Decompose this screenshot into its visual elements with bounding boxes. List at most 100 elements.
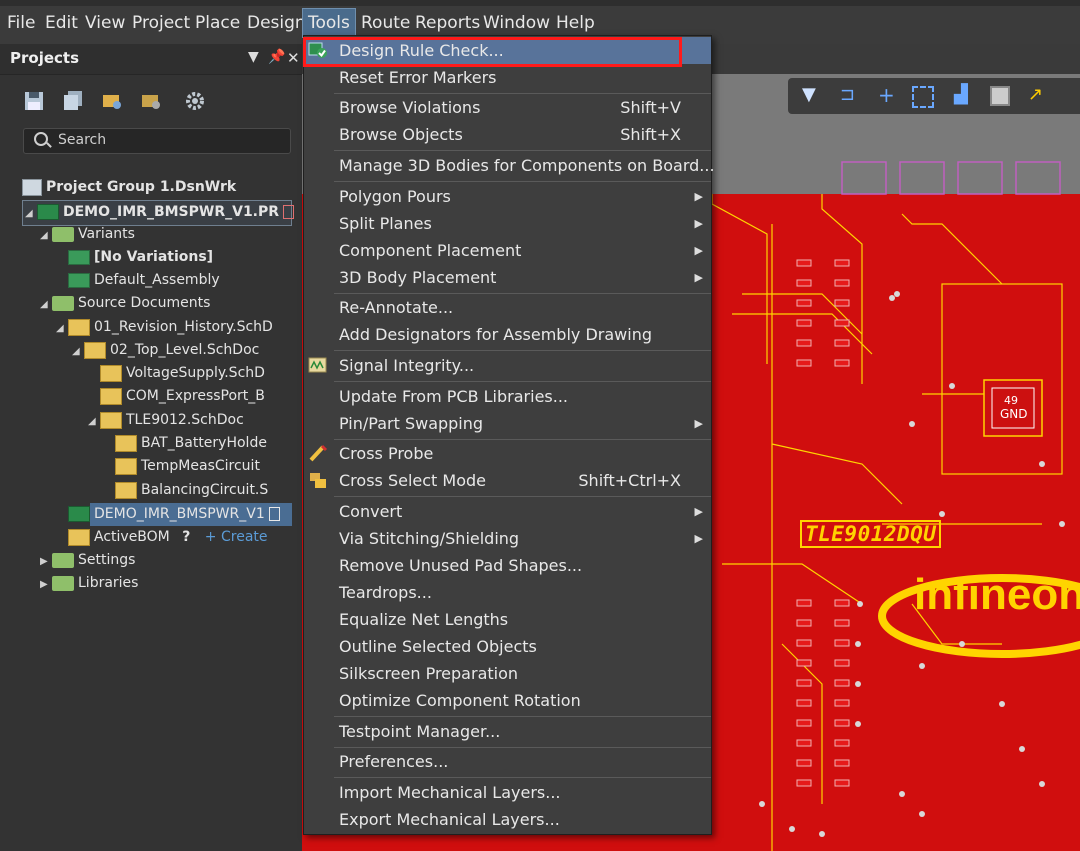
menu-item-polygon-pours[interactable]: Polygon Pours ▶ (304, 183, 711, 210)
tree-com-express[interactable]: COM_ExpressPort_B (100, 385, 265, 407)
pad-net-label: GND (1000, 407, 1028, 421)
menu-separator (334, 496, 711, 497)
menu-item-remove-unused-pad-shapes[interactable]: Remove Unused Pad Shapes... (304, 552, 711, 579)
tree-tle9012[interactable]: ◢ TLE9012.SchDoc (88, 409, 244, 431)
menu-tools[interactable]: Tools (302, 8, 356, 38)
close-icon[interactable]: ✕ (287, 49, 300, 67)
menu-shortcut: Shift+X (620, 125, 681, 144)
tree-project[interactable]: ◢ DEMO_IMR_BMSPWR_V1.PR (25, 201, 295, 225)
menu-item-pin-part-swapping[interactable]: Pin/Part Swapping ▶ (304, 410, 711, 437)
expand-icon[interactable]: ◢ (56, 318, 68, 340)
gear-icon[interactable] (184, 90, 206, 112)
menu-route[interactable]: Route (356, 9, 415, 37)
menu-label: Manage 3D Bodies for Components on Board… (339, 156, 715, 175)
folder-icon (52, 552, 74, 568)
menu-reports[interactable]: Reports (410, 9, 485, 37)
menu-shortcut: Shift+Ctrl+X (578, 471, 681, 490)
tree-project-group[interactable]: Project Group 1.DsnWrk (22, 176, 236, 198)
expand-icon[interactable]: ◢ (40, 225, 52, 247)
chip-part-label: TLE9012DQU (800, 520, 942, 548)
menu-place[interactable]: Place (190, 9, 245, 37)
tree-bat-holder[interactable]: BAT_BatteryHolde (115, 432, 267, 454)
tree-rev-history[interactable]: ◢ 01_Revision_History.SchD (56, 316, 273, 338)
menu-item-testpoint-manager[interactable]: Testpoint Manager... (304, 718, 711, 745)
tree-default-assembly[interactable]: Default_Assembly (68, 269, 220, 291)
project-options-icon[interactable] (140, 90, 162, 112)
panel-toolbar (0, 80, 302, 124)
collapse-icon[interactable]: ▶ (40, 574, 52, 596)
menu-item-3d-body-placement[interactable]: 3D Body Placement ▶ (304, 264, 711, 291)
menu-window[interactable]: Window (478, 9, 555, 37)
menu-item-equalize-net-lengths[interactable]: Equalize Net Lengths (304, 606, 711, 633)
menu-label: Split Planes (339, 214, 432, 233)
tree-no-variations[interactable]: [No Variations] (68, 246, 213, 268)
folder-icon (52, 226, 74, 242)
menu-item-optimize-component-rotation[interactable]: Optimize Component Rotation (304, 687, 711, 714)
menu-item-preferences[interactable]: Preferences... (304, 748, 711, 775)
tree-active-bom[interactable]: ActiveBOM ? + Create (68, 526, 268, 548)
menu-item-teardrops[interactable]: Teardrops... (304, 579, 711, 606)
menu-project[interactable]: Project (127, 9, 195, 37)
menu-label: Via Stitching/Shielding (339, 529, 520, 548)
expand-icon[interactable]: ◢ (88, 411, 100, 433)
menu-item-cross-probe[interactable]: Cross Probe (304, 440, 711, 467)
menu-item-silkscreen-preparation[interactable]: Silkscreen Preparation (304, 660, 711, 687)
save-all-icon[interactable] (62, 90, 84, 112)
panel-menu-icon[interactable]: ▼ (248, 49, 259, 65)
panel-header: Projects ▼ 📌 ✕ (0, 44, 302, 75)
tree-top-level[interactable]: ◢ 02_Top_Level.SchDoc (72, 339, 259, 361)
open-project-icon[interactable] (101, 90, 123, 112)
tree-pcb-doc[interactable]: DEMO_IMR_BMSPWR_V1 (68, 503, 280, 525)
expand-icon[interactable]: ◢ (25, 203, 37, 225)
search-icon (34, 132, 48, 146)
tree-temp-meas[interactable]: TempMeasCircuit (115, 455, 260, 477)
menu-shortcut: Shift+V (620, 98, 681, 117)
menu-edit[interactable]: Edit (40, 9, 83, 37)
menu-item-reset-error-markers[interactable]: Reset Error Markers (304, 64, 711, 91)
menu-help[interactable]: Help (551, 9, 600, 37)
menu-item-split-planes[interactable]: Split Planes ▶ (304, 210, 711, 237)
schematic-icon (100, 411, 122, 429)
menu-item-via-stitching[interactable]: Via Stitching/Shielding ▶ (304, 525, 711, 552)
tree-voltage-supply[interactable]: VoltageSupply.SchD (100, 362, 265, 384)
menu-item-add-designators[interactable]: Add Designators for Assembly Drawing (304, 321, 711, 348)
tree-variants[interactable]: ◢ Variants (40, 223, 135, 245)
menu-item-re-annotate[interactable]: Re-Annotate... (304, 294, 711, 321)
tree-settings[interactable]: ▶ Settings (40, 549, 135, 571)
menu-label: Import Mechanical Layers... (339, 783, 561, 802)
expand-icon[interactable]: ◢ (72, 341, 84, 363)
save-icon[interactable] (23, 90, 45, 112)
projects-panel: Projects ▼ 📌 ✕ Search Project Group 1.Ds… (0, 44, 303, 851)
variant-icon (68, 272, 90, 288)
menu-label: Reset Error Markers (339, 68, 497, 87)
menu-item-export-mechanical-layers[interactable]: Export Mechanical Layers... (304, 806, 711, 833)
submenu-arrow-icon: ▶ (694, 505, 703, 518)
file-modified-icon (268, 507, 280, 521)
expand-icon[interactable]: ◢ (40, 294, 52, 316)
search-input[interactable]: Search (23, 128, 291, 154)
create-link[interactable]: + Create (205, 529, 268, 545)
menu-item-browse-objects[interactable]: Browse Objects Shift+X (304, 121, 711, 148)
collapse-icon[interactable]: ▶ (40, 551, 52, 573)
menu-item-outline-selected-objects[interactable]: Outline Selected Objects (304, 633, 711, 660)
menu-file[interactable]: File (2, 9, 40, 37)
pin-icon[interactable]: 📌 (268, 49, 285, 65)
help-icon[interactable]: ? (182, 529, 190, 545)
menu-item-import-mechanical-layers[interactable]: Import Mechanical Layers... (304, 779, 711, 806)
bom-icon (68, 528, 90, 546)
menu-item-component-placement[interactable]: Component Placement ▶ (304, 237, 711, 264)
menu-item-update-from-pcb-libraries[interactable]: Update From PCB Libraries... (304, 383, 711, 410)
tree-label: BAT_BatteryHolde (141, 435, 267, 451)
menu-item-browse-violations[interactable]: Browse Violations Shift+V (304, 94, 711, 121)
menu-item-convert[interactable]: Convert ▶ (304, 498, 711, 525)
title-strip (0, 0, 1080, 6)
menu-design[interactable]: Design (242, 9, 311, 37)
schematic-icon (115, 457, 137, 475)
menu-view[interactable]: View (80, 9, 130, 37)
tree-source-documents[interactable]: ◢ Source Documents (40, 292, 210, 314)
menu-item-manage-3d-bodies[interactable]: Manage 3D Bodies for Components on Board… (304, 152, 715, 179)
tree-balancing[interactable]: BalancingCircuit.S (115, 479, 268, 501)
tree-libraries[interactable]: ▶ Libraries (40, 572, 138, 594)
menu-item-signal-integrity[interactable]: Signal Integrity... (304, 352, 711, 379)
menu-item-cross-select-mode[interactable]: Cross Select Mode Shift+Ctrl+X (304, 467, 711, 494)
